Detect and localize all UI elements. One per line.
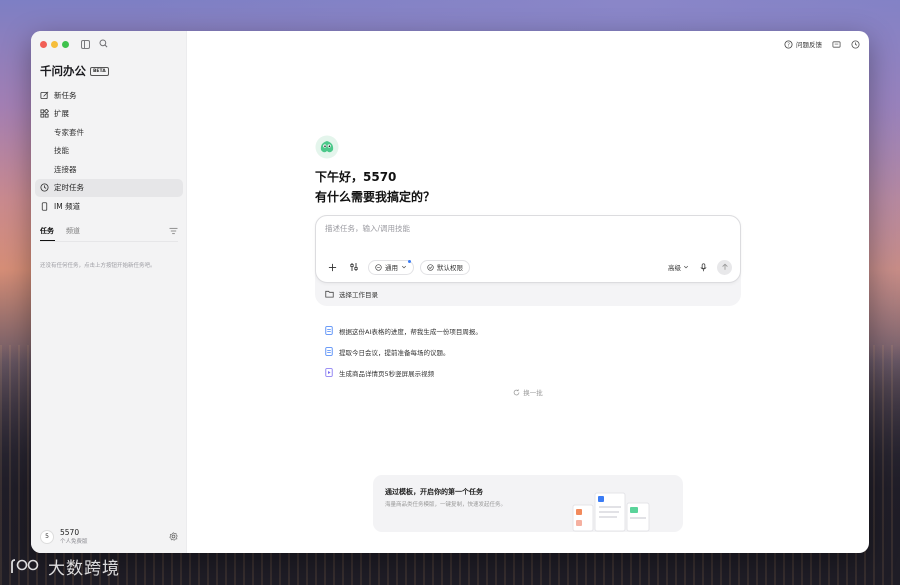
- chat-window-icon[interactable]: [832, 40, 841, 49]
- tab-tasks[interactable]: 任务: [40, 226, 55, 241]
- filter-icon[interactable]: [169, 227, 178, 235]
- mode-label: 通用: [385, 264, 398, 272]
- advanced-label: 高级: [668, 264, 681, 272]
- window-controls: [40, 41, 69, 48]
- sidebar: 千问办公 BETA 新任务 扩展 专家套件 技能 连接器 定时任务 IM 频道 …: [31, 31, 187, 553]
- user-name: 5570: [60, 527, 80, 537]
- mode-select[interactable]: 通用: [368, 259, 414, 275]
- tab-channels[interactable]: 频道: [66, 226, 80, 236]
- prompt-input[interactable]: [325, 224, 705, 233]
- feedback-label: 问题反馈: [796, 41, 822, 49]
- extension-icon: [40, 109, 49, 118]
- sidebar-toggle-icon[interactable]: [81, 40, 90, 49]
- close-window-button[interactable]: [40, 41, 47, 48]
- suggestion-item[interactable]: 生成商品详情页5秒竖屏展示视频: [325, 362, 741, 383]
- template-illustration: [572, 492, 650, 532]
- watermark: 大数跨境: [8, 554, 120, 579]
- greeting: 下午好，5570: [315, 170, 397, 184]
- sidebar-item-scheduled-tasks[interactable]: 定时任务: [35, 178, 183, 197]
- sidebar-item-label: 新任务: [54, 90, 77, 100]
- empty-task-message: 还没有任何任务，点击上方按钮开始新任务吧。: [40, 263, 156, 269]
- refresh-label: 换一批: [523, 389, 543, 397]
- user-profile[interactable]: 5 5570 个人免费版: [40, 527, 178, 545]
- refresh-suggestions-button[interactable]: 换一批: [315, 387, 741, 397]
- suggestion-text: 生成商品详情页5秒竖屏展示视频: [339, 369, 435, 378]
- check-circle-icon: [427, 263, 434, 271]
- advanced-select[interactable]: 高级: [668, 262, 689, 272]
- sidebar-item-skills[interactable]: 技能: [35, 142, 183, 161]
- sidebar-item-label: 专家套件: [54, 127, 84, 137]
- chat-bubble-icon: [375, 263, 382, 271]
- home-content: 下午好，5570 有什么需要我搞定的？ 描述任务，输入/调用技能 通用 默认权限…: [315, 135, 741, 397]
- voice-button[interactable]: [695, 259, 711, 275]
- history-icon[interactable]: [851, 39, 860, 49]
- banner-title: 通过模板，开启你的第一个任务: [385, 488, 483, 496]
- phone-icon: [41, 202, 48, 211]
- tabs-divider: [40, 241, 178, 242]
- sidebar-item-label: 连接器: [54, 164, 77, 174]
- sidebar-nav: 新任务 扩展 专家套件 技能 连接器 定时任务 IM 频道: [35, 86, 183, 216]
- document-icon: [325, 347, 333, 356]
- composer-controls: 通用 默认权限 高级: [324, 259, 732, 275]
- minimize-window-button[interactable]: [51, 41, 58, 48]
- user-plan: 个人免费版: [60, 539, 88, 545]
- question-heading: 有什么需要我搞定的？: [315, 190, 436, 204]
- permission-select[interactable]: 默认权限: [420, 259, 470, 275]
- app-title: 千问办公: [40, 64, 86, 78]
- permission-label: 默认权限: [437, 264, 463, 272]
- watermark-text: 大数跨境: [48, 559, 120, 579]
- task-tabs: 任务 频道: [40, 226, 178, 241]
- sidebar-item-im-channel[interactable]: IM 频道: [35, 197, 183, 216]
- suggestion-list: 根据这份AI表格的进度，帮我生成一份项目周报。 提取今日会议，提前准备每场的议题…: [315, 320, 741, 383]
- suggestion-item[interactable]: 提取今日会议，提前准备每场的议题。: [325, 341, 741, 362]
- app-window: 千问办公 BETA 新任务 扩展 专家套件 技能 连接器 定时任务 IM 频道 …: [31, 31, 869, 553]
- arrow-up-icon: [721, 263, 728, 270]
- sidebar-item-new-task[interactable]: 新任务: [35, 86, 183, 105]
- document-icon: [325, 326, 333, 335]
- microphone-icon: [699, 262, 707, 271]
- search-icon[interactable]: [99, 39, 108, 48]
- sidebar-item-label: 定时任务: [54, 183, 84, 193]
- tools-button[interactable]: [346, 259, 362, 275]
- main-panel: ? 问题反馈 下午好，5570 有什么需要我搞定的？ 描述任务，输入/调用技能 …: [187, 31, 869, 553]
- suggestion-text: 提取今日会议，提前准备每场的议题。: [339, 348, 450, 357]
- watermark-logo: [11, 558, 39, 573]
- edit-icon: [40, 91, 49, 99]
- template-banner[interactable]: 通过模板，开启你的第一个任务 海量商品类任务模版，一键复制，快速发起任务。: [373, 475, 683, 532]
- maximize-window-button[interactable]: [62, 41, 69, 48]
- chevron-down-icon: [683, 265, 689, 269]
- workdir-label: 选择工作目录: [339, 291, 378, 299]
- add-button[interactable]: [324, 259, 340, 275]
- folder-icon: [325, 290, 334, 298]
- banner-subtitle: 海量商品类任务模版，一键复制，快速发起任务。: [385, 502, 507, 508]
- sidebar-item-label: IM 频道: [54, 201, 81, 211]
- beta-badge: BETA: [90, 66, 109, 76]
- suggestion-item[interactable]: 根据这份AI表格的进度，帮我生成一份项目周报。: [325, 320, 741, 341]
- sidebar-item-label: 扩展: [54, 109, 69, 119]
- suggestion-text: 根据这份AI表格的进度，帮我生成一份项目周报。: [339, 327, 482, 336]
- send-button[interactable]: [717, 259, 732, 275]
- topbar: ? 问题反馈: [784, 39, 860, 49]
- mascot-icon: [315, 135, 339, 159]
- sidebar-item-extensions[interactable]: 扩展: [35, 105, 183, 124]
- chevron-down-icon: [401, 265, 407, 269]
- gear-icon[interactable]: [169, 532, 178, 542]
- clock-icon: [40, 183, 49, 192]
- brand: 千问办公 BETA: [40, 63, 109, 79]
- sidebar-item-connectors[interactable]: 连接器: [35, 160, 183, 179]
- sliders-icon: [350, 263, 358, 271]
- help-circle-icon: ?: [784, 39, 793, 49]
- feedback-button[interactable]: ? 问题反馈: [784, 39, 822, 49]
- avatar[interactable]: 5: [40, 529, 54, 544]
- sidebar-item-expert-suite[interactable]: 专家套件: [35, 123, 183, 142]
- composer-container: 通用 默认权限: [315, 215, 741, 306]
- sidebar-item-label: 技能: [54, 146, 69, 156]
- workdir-selector[interactable]: 选择工作目录: [315, 283, 741, 302]
- plus-icon: [328, 263, 336, 271]
- composer: 通用 默认权限: [315, 215, 741, 283]
- refresh-icon: [514, 388, 520, 395]
- video-icon: [325, 368, 333, 377]
- new-indicator-dot: [408, 259, 411, 263]
- svg-text:?: ?: [787, 42, 790, 48]
